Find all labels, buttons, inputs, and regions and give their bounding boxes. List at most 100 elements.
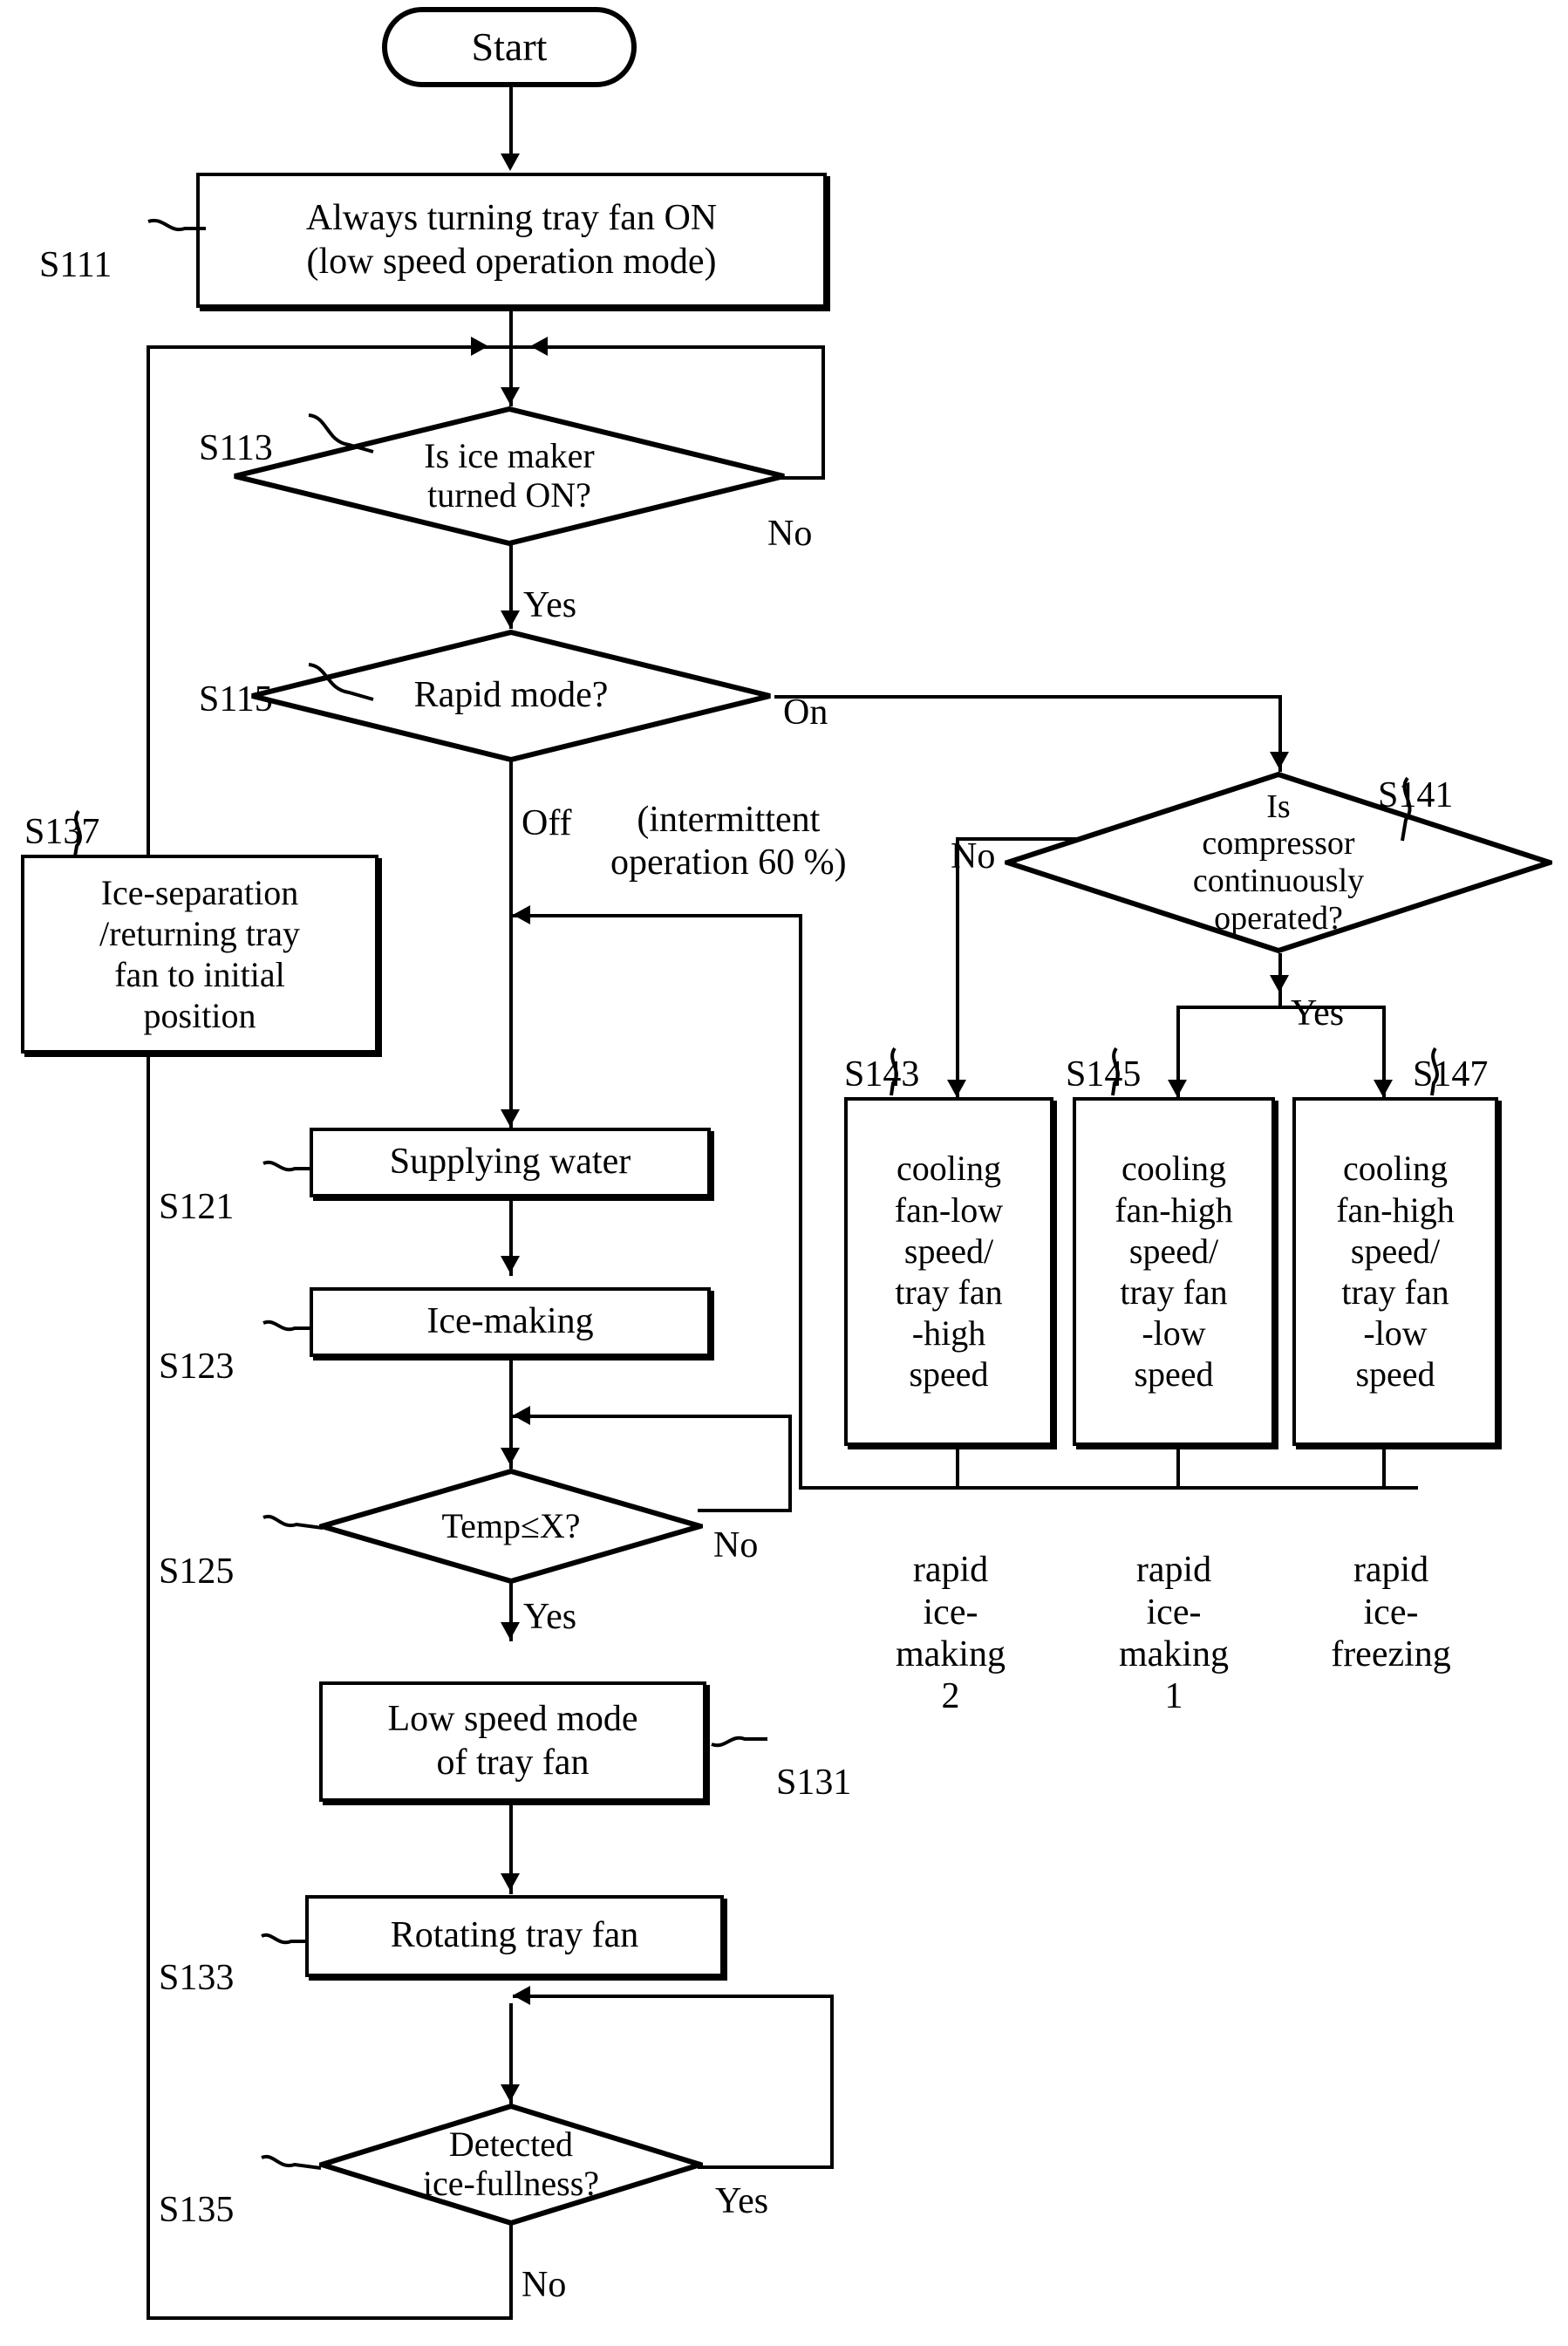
arrowhead-s141-yes bbox=[1270, 975, 1289, 992]
node-s121[interactable]: Supplying water bbox=[310, 1128, 711, 1197]
outcome-label-s143: rapid ice- making 2 bbox=[896, 1550, 1006, 1717]
arrowhead-into-s133 bbox=[501, 1873, 520, 1891]
node-s135[interactable]: Detected ice-fullness? bbox=[319, 2104, 703, 2226]
edge-rapid-outputs-bus bbox=[799, 1486, 1418, 1490]
edge-s135-yes-horizontal bbox=[513, 1995, 834, 1998]
edge-label-s115-off: Off bbox=[522, 803, 572, 844]
node-s133-label: Rotating tray fan bbox=[390, 1915, 639, 1956]
edge-rapid-return-vertical bbox=[799, 914, 802, 1490]
edge-label-s125-yes: Yes bbox=[523, 1597, 577, 1638]
arrowhead-right-return-into-main bbox=[530, 337, 548, 356]
leader-s125 bbox=[262, 1514, 324, 1530]
node-s123[interactable]: Ice-making bbox=[310, 1287, 711, 1357]
edge-s143-out bbox=[956, 1447, 959, 1488]
arrowhead-into-s121 bbox=[501, 1109, 520, 1127]
leader-s143 bbox=[890, 1047, 898, 1096]
arrowhead-into-s141 bbox=[1270, 752, 1289, 769]
edge-label-s115-note: (intermittent operation 60 %) bbox=[610, 800, 847, 883]
node-s125[interactable]: Temp≤X? bbox=[319, 1469, 703, 1584]
arrowhead-into-s147 bbox=[1374, 1080, 1393, 1097]
node-start-label: Start bbox=[471, 24, 548, 69]
edge-label-s115-on: On bbox=[783, 692, 828, 733]
edge-label-s113-yes: Yes bbox=[523, 585, 577, 626]
arrowhead-into-s125 bbox=[501, 1448, 520, 1465]
node-start[interactable]: Start bbox=[382, 7, 637, 87]
arrowhead-s135-yes-return bbox=[513, 1986, 530, 2005]
arrowhead-s113-yes bbox=[501, 610, 520, 628]
leader-s131 bbox=[711, 1736, 767, 1748]
arrowhead-into-s131 bbox=[501, 1622, 520, 1640]
leader-s113 bbox=[308, 413, 374, 454]
node-s141[interactable]: Is compressor continuously operated? bbox=[1005, 772, 1552, 953]
leader-s111 bbox=[147, 218, 206, 232]
step-label-s131: S131 bbox=[776, 1763, 852, 1804]
arrowhead-into-s113 bbox=[501, 387, 520, 405]
step-label-s135: S135 bbox=[159, 2190, 235, 2231]
node-s137[interactable]: Ice-separation /returning tray fan to in… bbox=[21, 855, 378, 1054]
node-s147-label: cooling fan-high speed/ tray fan -low sp… bbox=[1336, 1149, 1455, 1395]
edge-label-s113-no: No bbox=[767, 514, 813, 555]
arrowhead-into-s143 bbox=[947, 1080, 966, 1097]
node-s131-label: Low speed mode of tray fan bbox=[387, 1699, 638, 1783]
leader-s133 bbox=[261, 1933, 309, 1945]
edge-s125-no-horizontal bbox=[513, 1415, 792, 1418]
node-s147[interactable]: cooling fan-high speed/ tray fan -low sp… bbox=[1292, 1097, 1498, 1446]
node-s131[interactable]: Low speed mode of tray fan bbox=[319, 1681, 706, 1802]
step-label-s115: S115 bbox=[199, 679, 273, 720]
leader-s115 bbox=[308, 663, 374, 701]
edge-label-s125-no: No bbox=[713, 1525, 759, 1566]
step-label-s125: S125 bbox=[159, 1551, 235, 1592]
edge-label-s135-yes: Yes bbox=[715, 2181, 769, 2222]
edge-bottom-return-horizontal bbox=[147, 2316, 513, 2320]
leader-s123 bbox=[262, 1320, 312, 1332]
leader-s141 bbox=[1401, 776, 1412, 842]
leader-s145 bbox=[1111, 1047, 1120, 1096]
edge-s125-no-vertical bbox=[788, 1415, 792, 1512]
node-s111-label: Always turning tray fan ON (low speed op… bbox=[305, 197, 718, 282]
step-label-s123: S123 bbox=[159, 1347, 235, 1388]
edge-rapid-return-horizontal bbox=[513, 914, 802, 917]
node-s123-label: Ice-making bbox=[426, 1301, 594, 1342]
edge-label-s135-no: No bbox=[522, 2265, 567, 2306]
step-label-s111: S111 bbox=[39, 245, 112, 286]
node-s141-label: Is compressor continuously operated? bbox=[1192, 788, 1365, 937]
arrowhead-s125-no-return bbox=[513, 1406, 530, 1425]
edge-s113-no-vertical bbox=[821, 345, 825, 480]
edge-label-s141-no: No bbox=[951, 836, 996, 877]
step-label-s133: S133 bbox=[159, 1958, 235, 1999]
node-s135-label: Detected ice-fullness? bbox=[422, 2124, 600, 2203]
edge-s135-no-vertical bbox=[509, 2222, 513, 2320]
arrowhead-into-s123 bbox=[501, 1256, 520, 1273]
arrowhead-rapid-return bbox=[513, 905, 530, 924]
edge-start-to-s111 bbox=[509, 87, 513, 157]
edge-s115-off-vertical bbox=[509, 761, 513, 1128]
outcome-label-s147: rapid ice- freezing bbox=[1331, 1550, 1451, 1674]
step-label-s121: S121 bbox=[159, 1187, 235, 1228]
edge-s141-yes-split-bar bbox=[1176, 1006, 1386, 1009]
edge-s115-on-horizontal bbox=[774, 695, 1282, 699]
node-s143[interactable]: cooling fan-low speed/ tray fan -high sp… bbox=[844, 1097, 1053, 1446]
edge-left-return-rail bbox=[147, 345, 150, 2320]
arrowhead-into-s135 bbox=[501, 2084, 520, 2102]
leader-s121 bbox=[262, 1160, 312, 1172]
leader-s147 bbox=[1430, 1047, 1439, 1096]
node-s145[interactable]: cooling fan-high speed/ tray fan -low sp… bbox=[1073, 1097, 1275, 1446]
leader-s135 bbox=[261, 2154, 322, 2170]
flowchart-canvas: Start Always turning tray fan ON (low sp… bbox=[0, 0, 1568, 2346]
node-s125-label: Temp≤X? bbox=[441, 1505, 581, 1545]
node-s133[interactable]: Rotating tray fan bbox=[305, 1895, 724, 1977]
node-s111[interactable]: Always turning tray fan ON (low speed op… bbox=[196, 173, 827, 308]
edge-s111-down bbox=[509, 311, 513, 348]
node-s121-label: Supplying water bbox=[389, 1142, 631, 1183]
edge-s135-yes-vertical bbox=[830, 1995, 834, 2169]
node-s145-label: cooling fan-high speed/ tray fan -low sp… bbox=[1115, 1149, 1233, 1395]
leader-s137 bbox=[73, 809, 82, 857]
arrowhead-start-to-s111 bbox=[501, 153, 520, 171]
edge-s145-out bbox=[1176, 1447, 1180, 1488]
arrowhead-into-s145 bbox=[1168, 1080, 1187, 1097]
outcome-label-s145: rapid ice- making 1 bbox=[1119, 1550, 1229, 1717]
edge-s147-out bbox=[1382, 1447, 1386, 1488]
node-s137-label: Ice-separation /returning tray fan to in… bbox=[99, 872, 300, 1036]
step-label-s113: S113 bbox=[199, 428, 273, 469]
node-s143-label: cooling fan-low speed/ tray fan -high sp… bbox=[894, 1149, 1004, 1395]
